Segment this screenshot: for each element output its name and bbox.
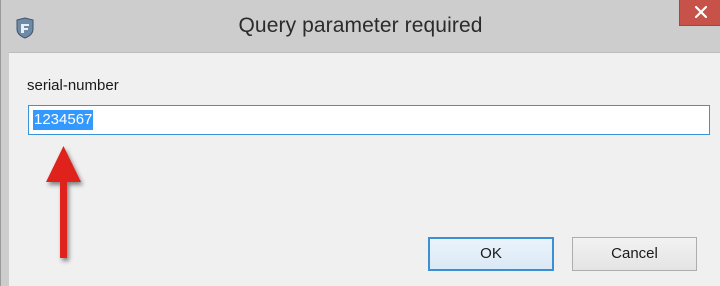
title-bar[interactable]: Query parameter required bbox=[1, 0, 720, 52]
window-title: Query parameter required bbox=[238, 14, 483, 37]
serial-number-input[interactable]: 1234567 bbox=[28, 105, 710, 135]
cancel-button[interactable]: Cancel bbox=[572, 237, 697, 271]
close-icon bbox=[695, 6, 707, 18]
input-value-selected: 1234567 bbox=[33, 110, 94, 130]
dialog-window: Query parameter required serial-number 1… bbox=[0, 0, 720, 286]
red-arrow-up-icon bbox=[46, 146, 81, 258]
field-label: serial-number bbox=[27, 77, 119, 94]
close-button[interactable] bbox=[679, 0, 720, 26]
ok-button[interactable]: OK bbox=[428, 237, 554, 271]
